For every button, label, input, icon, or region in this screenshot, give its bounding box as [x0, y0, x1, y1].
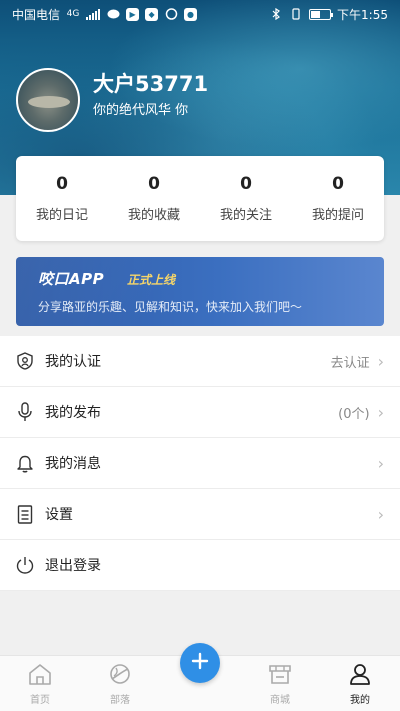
signal-icon: [86, 8, 101, 20]
stat-label: 我的关注: [219, 208, 272, 223]
certificate-icon: [16, 351, 34, 371]
menu-item-settings[interactable]: 设置 ›: [0, 489, 400, 540]
stats-card: 0 我的日记 0 我的收藏 0 我的关注 0 我的提问: [16, 156, 384, 241]
vibrate-icon: [289, 8, 303, 20]
menu-item-messages[interactable]: 我的消息 ›: [0, 438, 400, 489]
power-icon: [16, 555, 34, 575]
app-notification-icon: [164, 8, 178, 20]
menu-value: (0个): [338, 406, 370, 422]
stat-label: 我的收藏: [127, 208, 180, 223]
menu-item-certification[interactable]: 我的认证 去认证 ›: [0, 336, 400, 387]
bell-icon: [16, 453, 34, 473]
menu-value: 去认证: [330, 355, 370, 371]
stat-favorites[interactable]: 0 我的收藏: [108, 156, 200, 241]
status-bar: 中国电信 4G ▶ ◆ ● 下午1:55: [0, 0, 400, 28]
chat-icon: [106, 8, 120, 20]
chevron-right-icon: ›: [377, 402, 384, 422]
app-notification-icon: ▶: [126, 7, 140, 21]
tab-mine[interactable]: 我的: [320, 656, 400, 711]
app-notification-icon: ●: [184, 7, 198, 21]
menu-label: 设置: [45, 507, 73, 523]
username[interactable]: 大户53771: [93, 68, 208, 98]
chevron-right-icon: ›: [377, 453, 384, 473]
stat-label: 我的提问: [311, 208, 364, 223]
tab-tribe[interactable]: 部落: [80, 656, 160, 711]
app-launch-banner[interactable]: 咬口APP 正式上线 分享路亚的乐趣、见解和知识，快来加入我们吧～: [16, 257, 384, 326]
tab-label: 商城: [270, 695, 290, 706]
stat-value: 0: [332, 174, 344, 194]
planet-icon: [107, 661, 133, 687]
microphone-icon: [16, 402, 34, 422]
menu-label: 退出登录: [45, 558, 101, 574]
avatar[interactable]: [16, 68, 80, 132]
tab-label: 我的: [350, 695, 370, 706]
home-icon: [27, 661, 53, 687]
stat-label: 我的日记: [35, 208, 88, 223]
banner-title: 咬口APP: [38, 270, 105, 288]
network-type: 4G: [66, 9, 80, 19]
stat-value: 0: [56, 174, 68, 194]
list-icon: [16, 504, 34, 524]
carrier-label: 中国电信: [12, 7, 61, 22]
tab-store[interactable]: 商城: [240, 656, 320, 711]
banner-tag: 正式上线: [127, 273, 176, 287]
clock: 下午1:55: [337, 7, 388, 22]
store-icon: [267, 661, 293, 687]
tab-label: 部落: [110, 695, 130, 706]
tab-home[interactable]: 首页: [0, 656, 80, 711]
menu-label: 我的发布: [45, 405, 101, 421]
plus-icon: [191, 652, 209, 674]
app-notification-icon: ◆: [145, 7, 159, 21]
stat-value: 0: [240, 174, 252, 194]
user-icon: [347, 661, 373, 687]
menu-label: 我的消息: [45, 456, 101, 472]
bluetooth-icon: [269, 8, 283, 20]
chevron-right-icon: ›: [377, 351, 384, 371]
battery-icon: [309, 8, 334, 20]
menu-label: 我的认证: [45, 354, 101, 370]
tab-label: 首页: [30, 695, 50, 706]
chevron-right-icon: ›: [377, 504, 384, 524]
user-signature: 你的绝代风华 你: [93, 103, 189, 118]
menu-item-posts[interactable]: 我的发布 (0个) ›: [0, 387, 400, 438]
stat-diary[interactable]: 0 我的日记: [16, 156, 108, 241]
add-post-button[interactable]: [180, 643, 220, 683]
menu-item-logout[interactable]: 退出登录: [0, 540, 400, 591]
stat-questions[interactable]: 0 我的提问: [292, 156, 384, 241]
stat-value: 0: [148, 174, 160, 194]
settings-menu: 我的认证 去认证 › 我的发布 (0个) › 我的消息 › 设置 › 退出登录: [0, 336, 400, 591]
stat-following[interactable]: 0 我的关注: [200, 156, 292, 241]
banner-subtitle: 分享路亚的乐趣、见解和知识，快来加入我们吧～: [38, 300, 303, 314]
